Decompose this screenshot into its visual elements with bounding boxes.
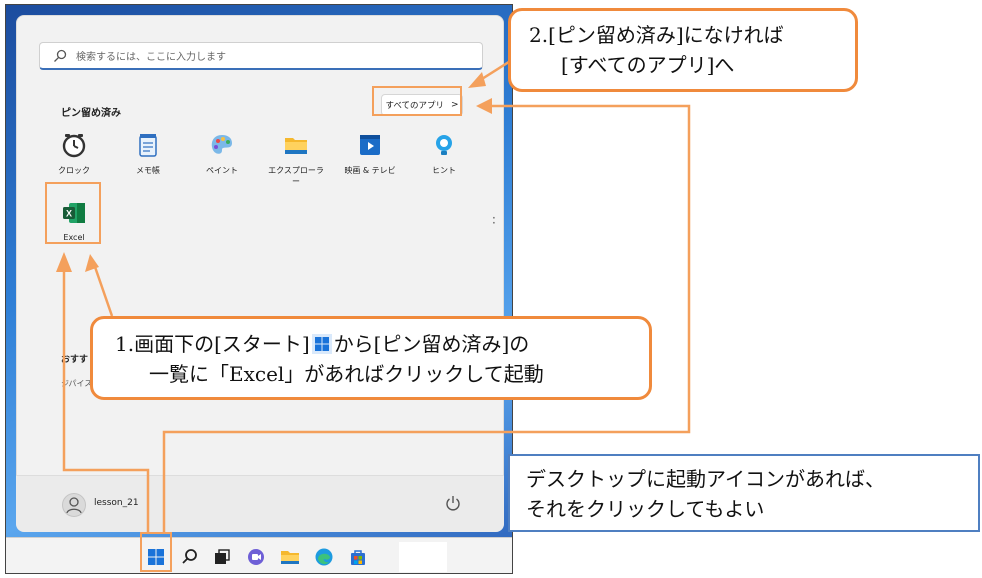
callout-step2-line2: [すべてのアプリ]へ bbox=[561, 53, 735, 77]
callout-step1: 1.画面下の[スタート] から[ピン留め済み]の 一覧に「Excel」があればクリ… bbox=[90, 316, 652, 400]
callout-step1-text-a: 1.画面下の[スタート] bbox=[115, 332, 310, 356]
callout-step2: 2.[ピン留め済み]になければ [すべてのアプリ]へ bbox=[508, 8, 858, 92]
callout-step1-line2: 一覧に「Excel」があればクリックして起動 bbox=[149, 362, 544, 386]
note-line1: デスクトップに起動アイコンがあれば、 bbox=[526, 467, 885, 491]
desktop-shortcut-note: デスクトップに起動アイコンがあれば、 それをクリックしてもよい bbox=[508, 454, 980, 532]
note-line2: それをクリックしてもよい bbox=[526, 497, 765, 521]
callout-step2-line1: 2.[ピン留め済み]になければ bbox=[529, 23, 784, 47]
start-icon bbox=[311, 334, 332, 354]
callout-step1-text-b: から[ピン留め済み]の bbox=[333, 332, 530, 356]
